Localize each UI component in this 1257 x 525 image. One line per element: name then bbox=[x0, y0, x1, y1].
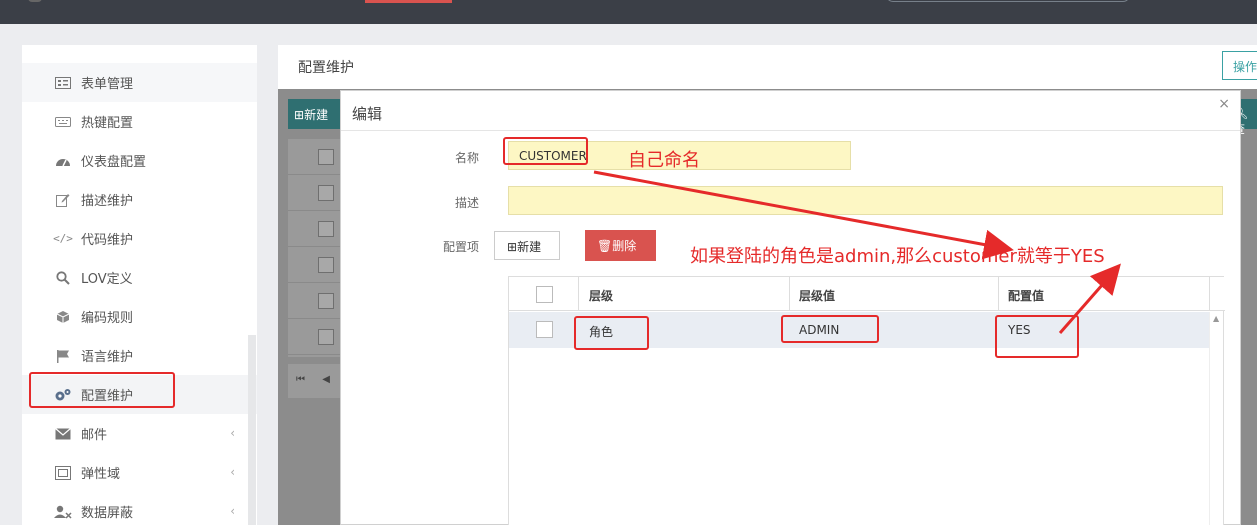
arrow-name-to-note bbox=[593, 170, 1014, 260]
arrow-yes-to-note bbox=[1058, 263, 1121, 334]
annotation-arrows bbox=[593, 170, 1121, 334]
